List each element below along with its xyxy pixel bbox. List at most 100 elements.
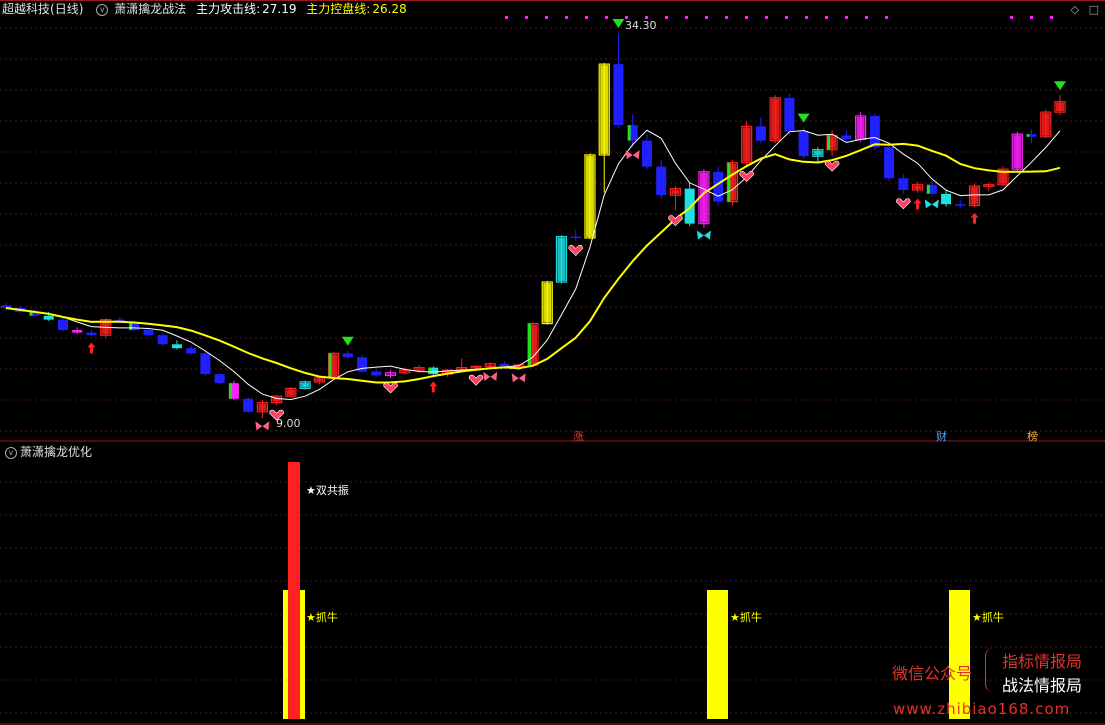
candle-body-down [613, 64, 624, 126]
low-price-label: 9.00 [276, 417, 301, 430]
candle-body-down [86, 332, 97, 336]
marker-dot [825, 16, 828, 19]
marker-dot [785, 16, 788, 19]
marker-dot [565, 16, 568, 19]
marker-dot [725, 16, 728, 19]
signal-up-arrow [87, 342, 96, 354]
candle-body-down [941, 193, 952, 205]
marker-dot [805, 16, 808, 19]
main-header: 超越科技(日线) v 萧潇擒龙战法 主力攻击线: 27.19 主力控盘线: 26.28 [2, 1, 413, 17]
signal-down-triangle [1054, 81, 1066, 91]
candle-green-stripe [827, 135, 831, 150]
marker-dot [545, 16, 548, 19]
signal-down-triangle [612, 19, 625, 28]
attack-label: 主力攻击线: [196, 2, 261, 16]
candle-body-down [869, 116, 880, 148]
candle-body-up-fill [415, 368, 424, 370]
signal-double-resonance: ★双共振 [306, 484, 349, 497]
double-resonance-bar [288, 462, 300, 719]
marker-dot [745, 16, 748, 19]
candle-body-down [784, 97, 795, 132]
marker-dot [865, 16, 868, 19]
candle-green-stripe [926, 184, 930, 194]
candle-body-up-fill [557, 237, 566, 282]
candle-body-down [656, 166, 667, 196]
marker-dot [685, 16, 688, 19]
candle-body-down [243, 398, 254, 412]
diamond-icon[interactable]: ◇ [1071, 3, 1079, 16]
candle-body-down [57, 319, 68, 331]
candle-body-up-fill [771, 98, 780, 140]
candle-body-down [200, 353, 211, 375]
candle-body-down [72, 330, 83, 333]
stock-name[interactable]: 超越科技 [2, 2, 50, 16]
candle-body-up-fill [486, 364, 495, 366]
marker-dot [505, 16, 508, 19]
signal-butterfly [255, 421, 270, 431]
candle-body-down [43, 315, 54, 320]
marker-dot [585, 16, 588, 19]
candle-body-down [755, 126, 766, 141]
candle-green-stripe [428, 367, 432, 375]
candle-body-up-fill [585, 155, 594, 237]
signal-up-arrow [429, 381, 438, 393]
signal-butterfly [696, 230, 711, 240]
candle-body-up-fill [1013, 135, 1022, 169]
high-price-label: 34.30 [625, 19, 657, 32]
candle-green-stripe [727, 162, 731, 202]
tag-bang: 榜 [1027, 430, 1038, 443]
candle-green-stripe [328, 353, 332, 379]
control-label: 主力控盘线: [306, 2, 371, 16]
candle-body-down [143, 330, 154, 336]
signal-heart [739, 171, 754, 183]
tag-zhang: 涨 [573, 430, 584, 443]
watermark-line1: 指标情报局 [1002, 652, 1083, 671]
signal-butterfly [483, 371, 498, 381]
candle-body-up-fill [699, 172, 708, 223]
signal-heart [468, 374, 484, 386]
marker-dot [665, 16, 668, 19]
collapse-icon[interactable]: v [96, 3, 109, 16]
signal-butterfly [511, 373, 526, 383]
candle-body-up-fill [813, 150, 822, 156]
marker-dot [705, 16, 708, 19]
candle-green-stripe [627, 125, 631, 141]
watermark-wechat: 微信公众号 [892, 664, 973, 683]
watermark-lines: 指标情报局 战法情报局 [1002, 650, 1082, 698]
signal-butterfly [924, 199, 939, 209]
marker-dot [525, 16, 528, 19]
bull-bar-2 [707, 590, 728, 719]
indicator-name[interactable]: 萧潇擒龙战法 [114, 2, 186, 16]
candle-body-down [186, 348, 197, 354]
candle-body-up-fill [856, 117, 865, 139]
candle-body-down [171, 344, 182, 349]
signal-bull-2: ★抓牛 [730, 611, 762, 624]
signal-heart [824, 160, 840, 172]
candle-body-up-fill [315, 379, 324, 381]
candle-body-down [157, 335, 168, 345]
candle-body-up-fill [984, 185, 993, 187]
candle-body-down [371, 371, 382, 376]
candle-body-up-fill [286, 389, 295, 396]
period-label[interactable]: (日线) [50, 2, 83, 16]
candle-body-down [884, 147, 895, 179]
watermark-brace [985, 648, 998, 692]
candle-body-down [798, 131, 809, 157]
top-controls: ◇ □ [1065, 3, 1099, 16]
marker-dot [1030, 16, 1033, 19]
candle-body-down [499, 363, 510, 367]
candle-body-down [641, 140, 652, 167]
candle-body-up-fill [742, 127, 751, 162]
signal-heart [568, 245, 584, 256]
collapse-icon-2[interactable]: v [5, 446, 17, 459]
square-icon[interactable]: □ [1089, 3, 1099, 16]
candle-body-up-fill [457, 368, 466, 370]
candle-body-up-fill [600, 65, 609, 154]
candle-body-up-fill [1056, 102, 1064, 112]
kline-chart[interactable] [0, 0, 1105, 725]
signal-bull-1: ★抓牛 [306, 611, 338, 624]
sub-indicator-name[interactable]: 萧潇擒龙优化 [20, 445, 92, 459]
candle-body-up-fill [913, 185, 922, 189]
candle-green-stripe [228, 383, 232, 399]
signal-up-arrow [913, 198, 922, 210]
